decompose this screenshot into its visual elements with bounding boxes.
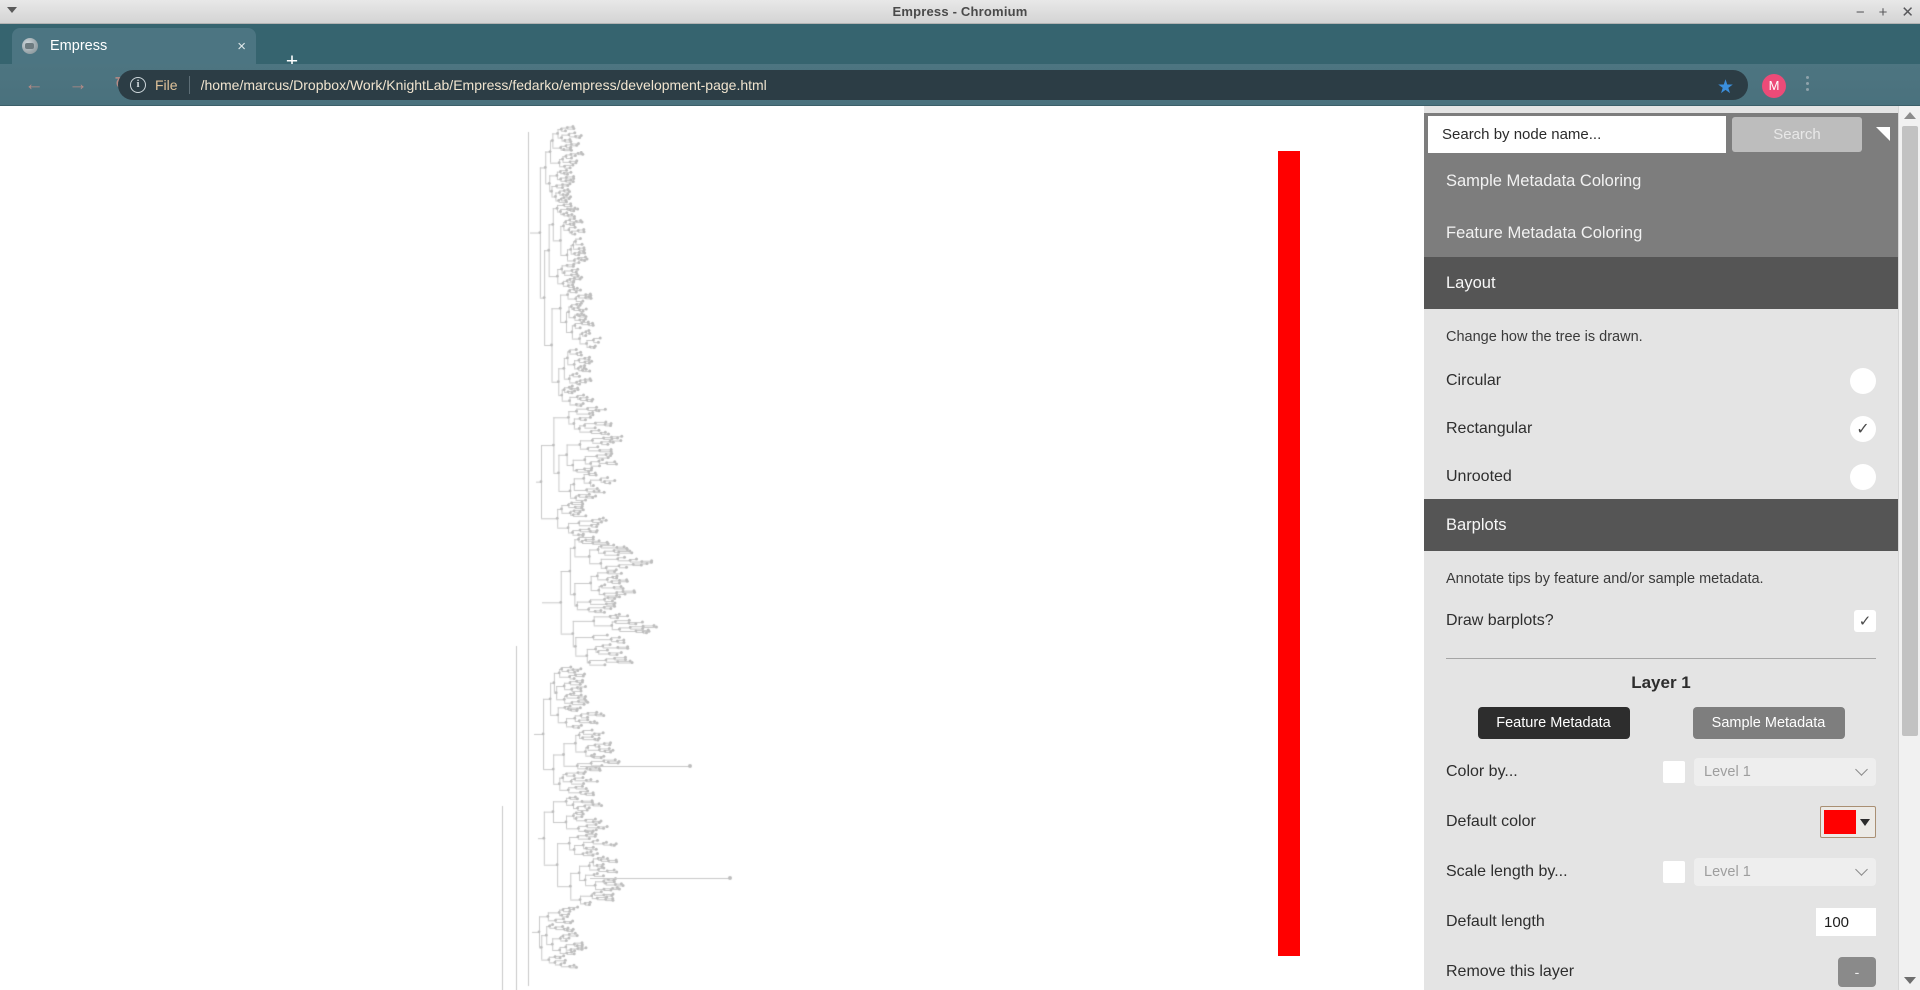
section-body-layout: Change how the tree is drawn. Circular R… bbox=[1424, 309, 1898, 499]
scale-length-select-value: Level 1 bbox=[1704, 864, 1751, 880]
scale-length-row: Scale length by... Level 1 bbox=[1424, 847, 1898, 897]
barplot-layer-bar bbox=[1278, 151, 1300, 956]
window-controls: − + ✕ bbox=[1856, 0, 1914, 24]
url-scheme-label: File bbox=[155, 77, 178, 93]
color-swatch bbox=[1824, 810, 1856, 834]
info-circle-icon[interactable]: i bbox=[130, 77, 146, 93]
close-icon[interactable]: × bbox=[237, 38, 246, 55]
radio-rectangular-selected-icon[interactable]: ✓ bbox=[1850, 416, 1876, 442]
layout-option-label: Rectangular bbox=[1446, 420, 1533, 437]
default-color-picker[interactable] bbox=[1820, 806, 1876, 838]
radio-circular-icon[interactable] bbox=[1850, 368, 1876, 394]
default-color-row: Default color bbox=[1424, 797, 1898, 847]
avatar[interactable]: M bbox=[1762, 74, 1786, 98]
section-title: Layout bbox=[1446, 273, 1496, 292]
default-color-label: Default color bbox=[1446, 813, 1536, 830]
bookmark-star-icon[interactable]: ★ bbox=[1717, 76, 1734, 99]
radio-unrooted-icon[interactable] bbox=[1850, 464, 1876, 490]
barplots-description: Annotate tips by feature and/or sample m… bbox=[1446, 571, 1764, 587]
section-body-barplots: Annotate tips by feature and/or sample m… bbox=[1424, 551, 1898, 990]
phylogenetic-tree-canvas[interactable] bbox=[0, 106, 1424, 990]
collapse-panel-icon[interactable] bbox=[1876, 127, 1890, 141]
control-panel: Search Sample Metadata Coloring Feature … bbox=[1424, 106, 1920, 990]
menu-item-feature-metadata-coloring[interactable]: Feature Metadata Coloring bbox=[1424, 207, 1898, 259]
search-row: Search bbox=[1424, 113, 1898, 155]
section-header-barplots[interactable]: Barplots bbox=[1424, 499, 1898, 551]
search-button[interactable]: Search bbox=[1732, 116, 1862, 152]
layout-option-unrooted[interactable]: Unrooted bbox=[1424, 453, 1898, 501]
caret-down-icon[interactable] bbox=[7, 7, 17, 13]
color-by-select[interactable]: Level 1 bbox=[1694, 758, 1876, 786]
scale-length-select[interactable]: Level 1 bbox=[1694, 858, 1876, 886]
layout-option-circular[interactable]: Circular bbox=[1424, 357, 1898, 405]
default-length-row: Default length bbox=[1424, 897, 1898, 947]
scrollbar-thumb[interactable] bbox=[1902, 126, 1918, 736]
color-by-label: Color by... bbox=[1446, 763, 1518, 780]
minimize-button[interactable]: − bbox=[1856, 5, 1865, 20]
menu-item-label: Feature Metadata Coloring bbox=[1446, 223, 1643, 242]
forward-arrow-icon[interactable]: → bbox=[60, 67, 96, 103]
chevron-down-icon bbox=[1855, 863, 1868, 876]
browser-toolbar: ← → ↻ i File /home/marcus/Dropbox/Work/K… bbox=[0, 64, 1920, 106]
layer-title: Layer 1 bbox=[1631, 673, 1691, 692]
scale-length-checkbox[interactable] bbox=[1663, 861, 1685, 883]
address-bar[interactable]: i File /home/marcus/Dropbox/Work/KnightL… bbox=[118, 70, 1748, 100]
url-text: /home/marcus/Dropbox/Work/KnightLab/Empr… bbox=[200, 77, 767, 93]
draw-barplots-row[interactable]: Draw barplots? ✓ bbox=[1424, 597, 1898, 645]
scroll-down-arrow-icon[interactable] bbox=[1904, 977, 1916, 984]
scale-length-label: Scale length by... bbox=[1446, 863, 1568, 880]
color-by-row: Color by... Level 1 bbox=[1424, 747, 1898, 797]
layout-option-rectangular[interactable]: Rectangular ✓ bbox=[1424, 405, 1898, 453]
globe-icon bbox=[22, 38, 38, 54]
caret-down-icon bbox=[1860, 818, 1870, 826]
color-by-checkbox[interactable] bbox=[1663, 761, 1685, 783]
layout-option-label: Unrooted bbox=[1446, 468, 1512, 485]
section-title: Barplots bbox=[1446, 515, 1507, 534]
remove-layer-row: Remove this layer - bbox=[1424, 947, 1898, 990]
window-title: Empress - Chromium bbox=[892, 4, 1028, 19]
metadata-source-toggle: Feature Metadata Sample Metadata bbox=[1424, 693, 1898, 739]
browser-tab-empress[interactable]: Empress × bbox=[12, 28, 256, 64]
kebab-menu-icon[interactable] bbox=[1806, 76, 1809, 91]
chevron-down-icon bbox=[1855, 763, 1868, 776]
close-button[interactable]: ✕ bbox=[1901, 5, 1914, 20]
default-length-input[interactable] bbox=[1816, 908, 1876, 936]
search-input[interactable] bbox=[1428, 115, 1726, 153]
window-titlebar: Empress - Chromium − + ✕ bbox=[0, 0, 1920, 24]
back-arrow-icon[interactable]: ← bbox=[16, 67, 52, 103]
browser-tabstrip: Empress × + bbox=[0, 24, 1920, 73]
default-length-label: Default length bbox=[1446, 913, 1545, 930]
menu-item-label: Sample Metadata Coloring bbox=[1446, 171, 1642, 190]
panel-scrollbar[interactable] bbox=[1898, 106, 1920, 990]
section-header-layout[interactable]: Layout bbox=[1424, 257, 1898, 309]
sample-metadata-button[interactable]: Sample Metadata bbox=[1692, 707, 1845, 739]
feature-metadata-button[interactable]: Feature Metadata bbox=[1477, 707, 1630, 739]
color-by-select-value: Level 1 bbox=[1704, 764, 1751, 780]
menu-item-sample-metadata-coloring[interactable]: Sample Metadata Coloring bbox=[1424, 155, 1898, 207]
draw-barplots-checkbox[interactable]: ✓ bbox=[1854, 610, 1876, 632]
draw-barplots-label: Draw barplots? bbox=[1446, 612, 1554, 629]
remove-layer-button[interactable]: - bbox=[1838, 957, 1876, 987]
layout-description: Change how the tree is drawn. bbox=[1446, 329, 1643, 345]
omnibox-divider bbox=[188, 76, 190, 94]
remove-layer-label: Remove this layer bbox=[1446, 963, 1575, 980]
metadata-coloring-menu: Sample Metadata Coloring Feature Metadat… bbox=[1424, 155, 1898, 257]
tab-title: Empress bbox=[50, 38, 108, 54]
control-panel-scroll-area: Search Sample Metadata Coloring Feature … bbox=[1424, 106, 1898, 990]
layout-option-label: Circular bbox=[1446, 372, 1502, 389]
scroll-up-arrow-icon[interactable] bbox=[1904, 112, 1916, 119]
maximize-button[interactable]: + bbox=[1879, 5, 1888, 20]
page-viewport: Search Sample Metadata Coloring Feature … bbox=[0, 106, 1920, 990]
